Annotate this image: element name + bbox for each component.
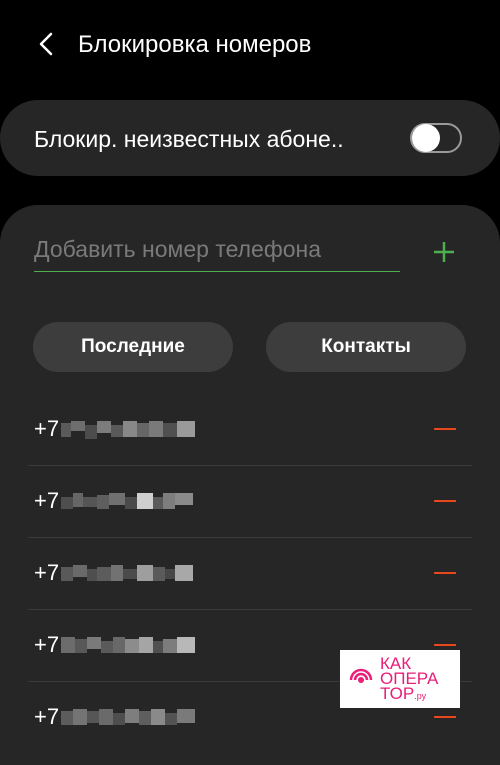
site-watermark: КАК ОПЕРА ТОР.ру (340, 650, 460, 708)
blocked-number-row: +7 (0, 538, 500, 610)
add-number-button[interactable] (426, 234, 462, 270)
block-unknown-switch[interactable] (410, 123, 462, 153)
recent-button[interactable]: Последние (33, 322, 233, 372)
blocked-number: +7 (34, 414, 197, 444)
minus-icon (434, 571, 456, 575)
minus-icon (434, 643, 456, 647)
blurred-digits (61, 709, 196, 726)
add-phone-input[interactable] (34, 228, 400, 272)
remove-number-button[interactable] (428, 558, 462, 588)
contacts-button[interactable]: Контакты (266, 322, 466, 372)
minus-icon (434, 715, 456, 719)
remove-number-button[interactable] (428, 414, 462, 444)
minus-icon (434, 427, 456, 431)
remove-number-button[interactable] (428, 486, 462, 516)
back-button[interactable] (28, 26, 64, 62)
plus-icon (434, 242, 454, 262)
page-title: Блокировка номеров (78, 31, 312, 58)
blocked-number: +7 (34, 630, 197, 660)
block-unknown-label: Блокир. неизвестных абоне.. (34, 126, 344, 152)
blurred-digits (61, 493, 194, 510)
blurred-digits (61, 565, 194, 582)
app-header: Блокировка номеров (0, 0, 500, 90)
blurred-digits (61, 421, 196, 440)
broadcast-logo-icon (349, 668, 373, 683)
blocked-number-row: +7 (0, 466, 500, 538)
minus-icon (434, 499, 456, 503)
chevron-left-icon (39, 32, 53, 56)
blocked-number: +7 (34, 558, 197, 588)
blurred-digits (61, 637, 196, 654)
watermark-text: КАК ОПЕРА ТОР.ру (380, 654, 439, 703)
blocked-number-row: +7 (0, 394, 500, 466)
blocked-number: +7 (34, 702, 197, 732)
blocked-number: +7 (34, 486, 197, 516)
switch-knob (412, 124, 440, 152)
